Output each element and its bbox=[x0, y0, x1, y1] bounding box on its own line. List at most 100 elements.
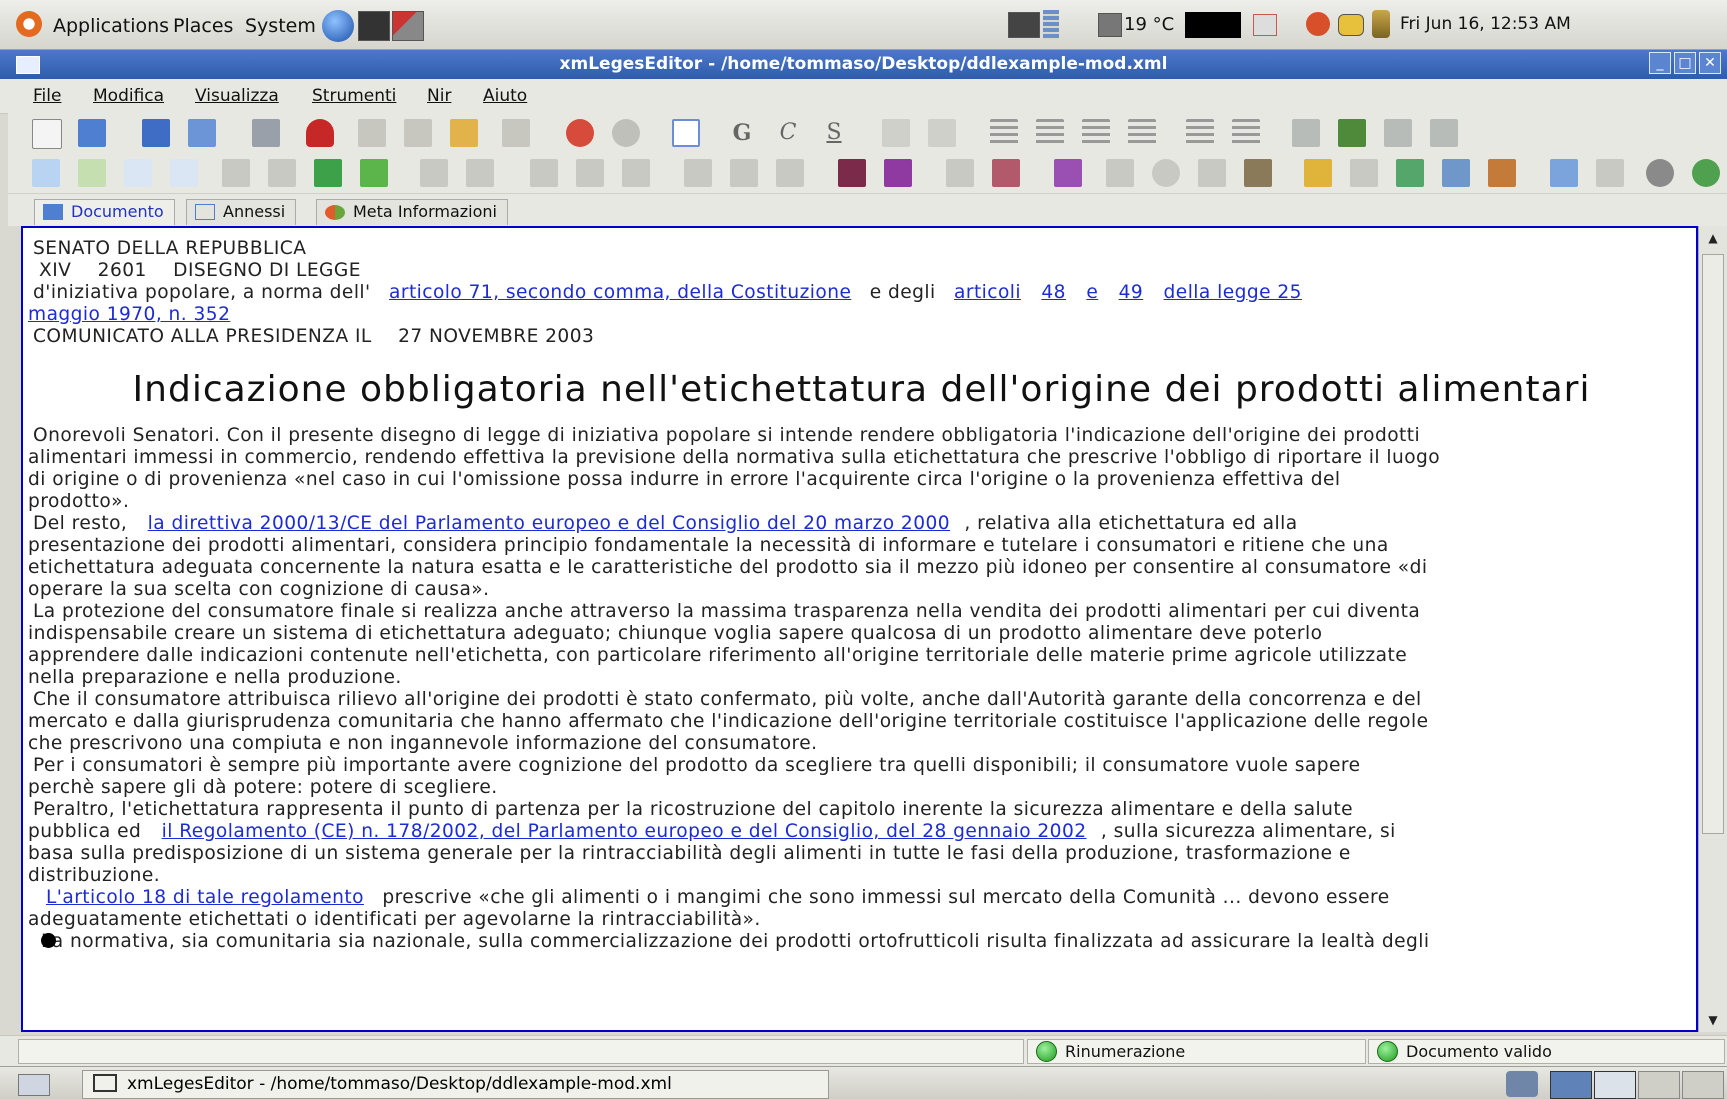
security-icon[interactable] bbox=[1338, 14, 1364, 36]
workspace-4[interactable] bbox=[1682, 1071, 1724, 1099]
undo-icon[interactable] bbox=[566, 119, 594, 147]
find-icon[interactable] bbox=[672, 119, 700, 147]
show-desktop-icon[interactable] bbox=[18, 1074, 50, 1096]
organization-icon[interactable] bbox=[1054, 159, 1082, 187]
volume-muted-icon[interactable] bbox=[1253, 14, 1277, 36]
bold-button[interactable]: G bbox=[728, 119, 756, 147]
export-icon[interactable] bbox=[1442, 159, 1470, 187]
link-direttiva[interactable]: la direttiva 2000/13/CE del Parlamento e… bbox=[148, 513, 950, 534]
scrollbar-thumb[interactable] bbox=[1702, 254, 1724, 834]
terminal-icon[interactable] bbox=[358, 11, 390, 41]
workspace-3[interactable] bbox=[1638, 1071, 1680, 1099]
cut-icon[interactable] bbox=[358, 119, 386, 147]
paste-icon[interactable] bbox=[450, 119, 478, 147]
spellcheck-icon[interactable] bbox=[306, 119, 334, 147]
tool-icon-11[interactable] bbox=[530, 159, 558, 187]
tab-documento[interactable]: Documento bbox=[34, 199, 175, 225]
delete-icon[interactable] bbox=[502, 119, 530, 147]
vertical-scrollbar[interactable]: ▲ ▼ bbox=[1698, 226, 1727, 1032]
link-articolo-18[interactable]: L'articolo 18 di tale regolamento bbox=[46, 887, 364, 908]
move-last-icon[interactable] bbox=[1430, 119, 1458, 147]
list-view-icon[interactable] bbox=[1488, 159, 1516, 187]
logout-icon[interactable] bbox=[392, 11, 424, 41]
link-legge[interactable]: della legge 25 bbox=[1164, 282, 1302, 303]
edit-green-icon[interactable] bbox=[360, 159, 388, 187]
justify-icon[interactable] bbox=[1128, 119, 1156, 147]
link-costituzione[interactable]: articolo 71, secondo comma, della Costit… bbox=[389, 282, 851, 303]
redo-icon[interactable] bbox=[612, 119, 640, 147]
tool-icon-19[interactable] bbox=[946, 159, 974, 187]
print-icon[interactable] bbox=[252, 119, 280, 147]
tab-meta-informazioni[interactable]: Meta Informazioni bbox=[316, 199, 508, 225]
tool-icon-16[interactable] bbox=[776, 159, 804, 187]
tool-icon-5[interactable] bbox=[222, 159, 250, 187]
copy-icon[interactable] bbox=[404, 119, 432, 147]
text-view-icon[interactable] bbox=[78, 159, 106, 187]
underline-button[interactable]: S bbox=[820, 119, 848, 147]
ubuntu-logo-icon[interactable] bbox=[16, 11, 42, 37]
move-up-icon[interactable] bbox=[1292, 119, 1320, 147]
tool-icon-12[interactable] bbox=[576, 159, 604, 187]
tool-icon-9[interactable] bbox=[420, 159, 448, 187]
tool-icon-10[interactable] bbox=[466, 159, 494, 187]
tool-icon-27[interactable] bbox=[1350, 159, 1378, 187]
move-first-icon[interactable] bbox=[1384, 119, 1412, 147]
power-plug-icon[interactable] bbox=[1372, 10, 1390, 38]
network-icon[interactable] bbox=[1008, 12, 1040, 38]
menu-file[interactable]: File bbox=[33, 86, 61, 106]
workspace-2[interactable] bbox=[1594, 1071, 1636, 1099]
tool-icon-15[interactable] bbox=[730, 159, 758, 187]
clock[interactable]: Fri Jun 16, 12:53 AM bbox=[1400, 14, 1571, 34]
subscript-icon[interactable] bbox=[928, 119, 956, 147]
new-document-icon[interactable] bbox=[32, 119, 62, 149]
menu-nir[interactable]: Nir bbox=[427, 86, 451, 106]
save-as-icon[interactable] bbox=[188, 119, 216, 147]
table-icon[interactable] bbox=[1244, 159, 1272, 187]
menu-modifica[interactable]: Modifica bbox=[93, 86, 164, 106]
taskbar-window-button[interactable]: xmLegesEditor - /home/tommaso/Desktop/dd… bbox=[82, 1070, 829, 1099]
tool-icon-13[interactable] bbox=[622, 159, 650, 187]
window-title-bar[interactable]: xmLegesEditor - /home/tommaso/Desktop/dd… bbox=[0, 50, 1727, 79]
menu-visualizza[interactable]: Visualizza bbox=[195, 86, 279, 106]
link-legge-cont[interactable]: maggio 1970, n. 352 bbox=[28, 304, 230, 325]
minimize-button[interactable]: _ bbox=[1649, 52, 1671, 74]
law-book-icon[interactable] bbox=[838, 159, 866, 187]
structure-view-icon[interactable] bbox=[32, 159, 60, 187]
temperature-label[interactable]: 19 °C bbox=[1124, 14, 1174, 35]
align-right-icon[interactable] bbox=[1082, 119, 1110, 147]
menu-aiuto[interactable]: Aiuto bbox=[483, 86, 527, 106]
link-e[interactable]: e bbox=[1086, 282, 1098, 303]
web-browser-icon[interactable] bbox=[322, 10, 354, 42]
numbered-list-icon[interactable] bbox=[1186, 119, 1214, 147]
bullet-list-icon[interactable] bbox=[1232, 119, 1260, 147]
close-circle-icon[interactable] bbox=[1646, 159, 1674, 187]
link-articolo-48[interactable]: 48 bbox=[1041, 282, 1066, 303]
link-articoli[interactable]: articoli bbox=[954, 282, 1021, 303]
forward-arrow-icon[interactable] bbox=[1304, 159, 1332, 187]
link-regolamento[interactable]: il Regolamento (CE) n. 178/2002, del Par… bbox=[162, 821, 1087, 842]
tool-icon-6[interactable] bbox=[268, 159, 296, 187]
tab-annessi[interactable]: Annessi bbox=[186, 199, 297, 225]
link-articolo-49[interactable]: 49 bbox=[1119, 282, 1144, 303]
link-icon[interactable] bbox=[884, 159, 912, 187]
insert-number-icon[interactable] bbox=[170, 159, 198, 187]
system-monitor-graph[interactable] bbox=[1185, 12, 1241, 38]
refresh-icon[interactable] bbox=[1692, 159, 1720, 187]
insert-letter-icon[interactable] bbox=[124, 159, 152, 187]
tool-icon-14[interactable] bbox=[684, 159, 712, 187]
scroll-down-arrow-icon[interactable]: ▼ bbox=[1701, 1010, 1725, 1030]
tool-icon-23[interactable] bbox=[1152, 159, 1180, 187]
panel-menu-system[interactable]: System bbox=[245, 15, 316, 37]
save-icon[interactable] bbox=[142, 119, 170, 147]
trash-icon[interactable] bbox=[1506, 1071, 1538, 1097]
tree-icon[interactable] bbox=[314, 159, 342, 187]
panel-menu-applications[interactable]: Applications bbox=[53, 15, 169, 37]
panel-menu-places[interactable]: Places bbox=[173, 15, 233, 37]
align-left-icon[interactable] bbox=[990, 119, 1018, 147]
unlink-icon[interactable] bbox=[992, 159, 1020, 187]
italic-button[interactable]: C bbox=[774, 119, 802, 147]
open-folder-icon[interactable] bbox=[78, 119, 106, 147]
workspace-1[interactable] bbox=[1550, 1071, 1592, 1099]
menu-strumenti[interactable]: Strumenti bbox=[312, 86, 396, 106]
tool-icon-22[interactable] bbox=[1106, 159, 1134, 187]
